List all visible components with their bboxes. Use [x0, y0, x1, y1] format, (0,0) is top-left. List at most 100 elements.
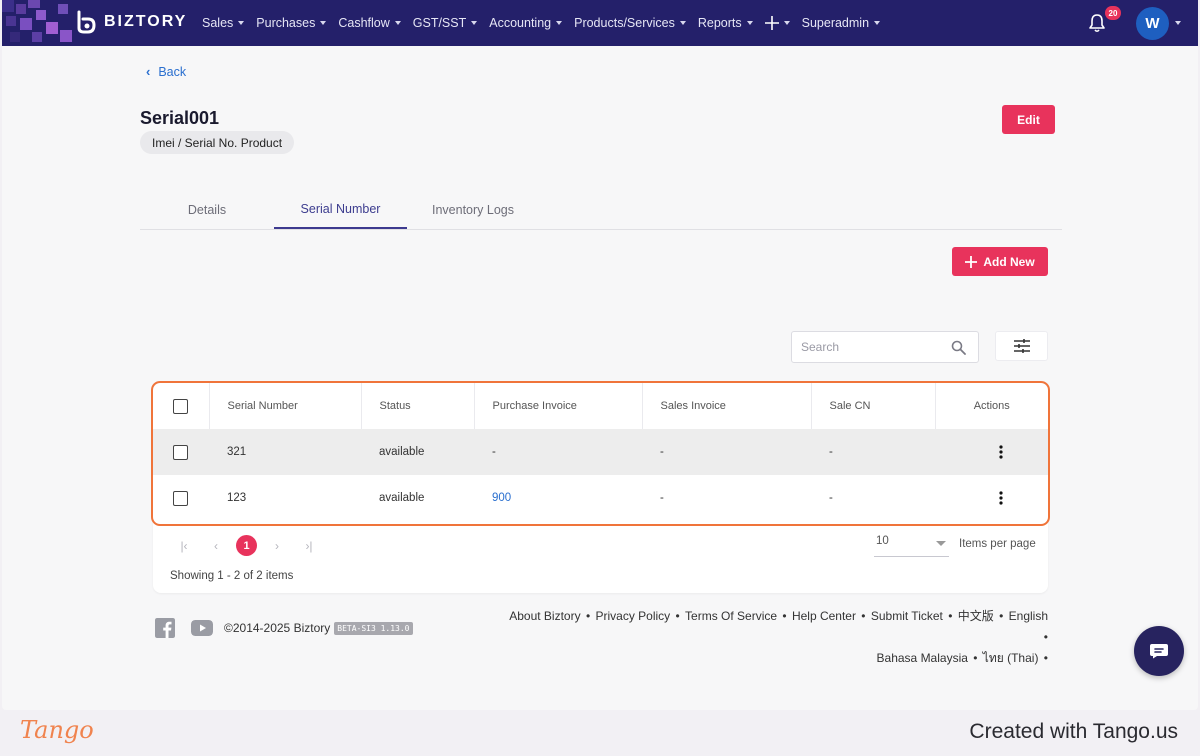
pagination: |‹ ‹ 1 › ›|	[172, 535, 329, 556]
facebook-icon[interactable]	[155, 618, 175, 638]
items-per-page-select[interactable]: 10	[874, 535, 949, 557]
last-page-icon[interactable]: ›|	[297, 536, 321, 556]
chevron-down-icon	[556, 21, 563, 25]
col-sales-invoice[interactable]: Sales Invoice	[642, 383, 812, 429]
brand-mosaic-decoration	[2, 0, 82, 46]
purchase-invoice-cell: -	[474, 429, 642, 475]
serial-table-card: Serial Number Status Purchase Invoice Sa…	[153, 383, 1048, 593]
user-avatar[interactable]: W	[1136, 7, 1169, 40]
footer-link-ticket[interactable]: Submit Ticket	[871, 609, 943, 623]
filter-settings-button[interactable]	[995, 331, 1048, 361]
row-select-cell	[153, 429, 209, 475]
col-sale-cn[interactable]: Sale CN	[811, 383, 936, 429]
nav-superadmin-label: Superadmin	[801, 16, 870, 30]
col-actions: Actions	[973, 400, 1010, 412]
serial-cell: 321	[209, 429, 361, 475]
tango-created-label: Created with Tango.us	[969, 720, 1178, 743]
tab-details[interactable]: Details	[140, 190, 274, 229]
footer-link-about[interactable]: About Biztory	[509, 609, 580, 623]
chevron-down-icon[interactable]	[1175, 21, 1181, 25]
tab-inventory-logs[interactable]: Inventory Logs	[407, 190, 539, 229]
nav-quick-add[interactable]	[764, 16, 790, 30]
sliders-icon	[1013, 339, 1030, 353]
nav-reports[interactable]: Reports	[698, 16, 753, 30]
add-new-button[interactable]: Add New	[952, 247, 1048, 276]
col-status[interactable]: Status	[361, 383, 475, 429]
chevron-down-icon	[320, 21, 327, 25]
nav-products-services[interactable]: Products/Services	[574, 16, 686, 30]
youtube-icon[interactable]	[191, 620, 213, 636]
nav-purchases-label: Purchases	[256, 16, 316, 30]
footer-link-thai[interactable]: ไทย (Thai)	[983, 651, 1039, 665]
back-label: Back	[158, 64, 187, 79]
purchase-invoice-cell: 900	[474, 475, 642, 521]
product-type-badge: Imei / Serial No. Product	[140, 131, 295, 154]
sales-invoice-cell: -	[642, 429, 811, 475]
main-nav-menu: Sales Purchases Cashflow GST/SST Account…	[202, 0, 892, 46]
table-row[interactable]: 123 available 900 - -	[153, 475, 1048, 521]
chevron-down-icon	[238, 21, 245, 25]
purchase-invoice-link[interactable]: 900	[492, 492, 511, 504]
app-window: BIZTORY Sales Purchases Cashflow GST/SST…	[2, 0, 1198, 710]
tango-logo: Tango	[20, 716, 94, 744]
bell-icon[interactable]	[1088, 13, 1106, 33]
nav-cashflow-label: Cashflow	[338, 16, 390, 30]
table-row[interactable]: 321 available - - -	[153, 429, 1048, 475]
footer-link-malay[interactable]: Bahasa Malaysia	[877, 651, 968, 665]
chat-widget-button[interactable]	[1134, 626, 1184, 676]
footer-link-terms[interactable]: Terms Of Service	[685, 609, 777, 623]
col-serial-number[interactable]: Serial Number	[209, 383, 362, 429]
footer-link-chinese[interactable]: 中文版	[958, 609, 994, 623]
more-vertical-icon[interactable]	[998, 445, 1003, 459]
tab-serial-number[interactable]: Serial Number	[274, 190, 407, 229]
plus-icon	[965, 255, 978, 268]
top-navbar: BIZTORY Sales Purchases Cashflow GST/SST…	[2, 0, 1198, 46]
add-new-label: Add New	[983, 254, 1035, 269]
row-select-cell	[153, 475, 209, 521]
row-checkbox[interactable]	[173, 444, 188, 460]
search-input[interactable]	[792, 332, 932, 362]
prev-page-icon[interactable]: ‹	[204, 536, 228, 556]
nav-accounting[interactable]: Accounting	[489, 16, 563, 30]
select-all-cell	[153, 383, 210, 429]
biztory-logo[interactable]: BIZTORY	[76, 10, 187, 34]
tab-bar: Details Serial Number Inventory Logs	[140, 190, 1062, 230]
edit-button[interactable]: Edit	[1002, 105, 1055, 134]
nav-sales-label: Sales	[202, 16, 234, 30]
brand-name: BIZTORY	[104, 13, 188, 30]
first-page-icon[interactable]: |‹	[172, 536, 196, 556]
chevron-down-icon	[471, 21, 478, 25]
footer-link-english[interactable]: English	[1009, 609, 1048, 623]
current-page-button[interactable]: 1	[236, 535, 257, 556]
copyright-text: ©2014-2025 Biztory	[224, 621, 331, 635]
sale-cn-cell: -	[811, 475, 935, 521]
items-per-page-label: Items per page	[959, 538, 1036, 550]
sale-cn-cell: -	[811, 429, 935, 475]
col-purchase-invoice[interactable]: Purchase Invoice	[474, 383, 643, 429]
nav-sales[interactable]: Sales	[202, 16, 245, 30]
footer-link-privacy[interactable]: Privacy Policy	[595, 609, 670, 623]
nav-gst-sst[interactable]: GST/SST	[413, 16, 478, 30]
chevron-down-icon	[783, 21, 790, 25]
nav-superadmin[interactable]: Superadmin	[801, 16, 881, 30]
biztory-logo-icon	[77, 10, 96, 34]
nav-reports-label: Reports	[697, 16, 742, 30]
nav-purchases[interactable]: Purchases	[256, 16, 327, 30]
serial-cell: 123	[209, 475, 361, 521]
next-page-icon[interactable]: ›	[265, 536, 289, 556]
row-checkbox[interactable]	[173, 490, 188, 506]
caret-down-icon	[936, 541, 946, 546]
footer-link-help[interactable]: Help Center	[792, 609, 856, 623]
back-link[interactable]: ‹ Back	[146, 64, 186, 79]
search-box	[791, 331, 979, 363]
actions-cell	[935, 475, 1048, 521]
table-header-row: Serial Number Status Purchase Invoice Sa…	[153, 383, 1048, 429]
chevron-down-icon	[874, 21, 881, 25]
nav-cashflow[interactable]: Cashflow	[338, 16, 401, 30]
sales-invoice-cell: -	[642, 475, 811, 521]
search-icon[interactable]	[951, 340, 966, 355]
chevron-down-icon	[679, 21, 686, 25]
select-all-checkbox[interactable]	[173, 398, 188, 414]
chevron-down-icon	[394, 21, 401, 25]
more-vertical-icon[interactable]	[998, 491, 1003, 505]
